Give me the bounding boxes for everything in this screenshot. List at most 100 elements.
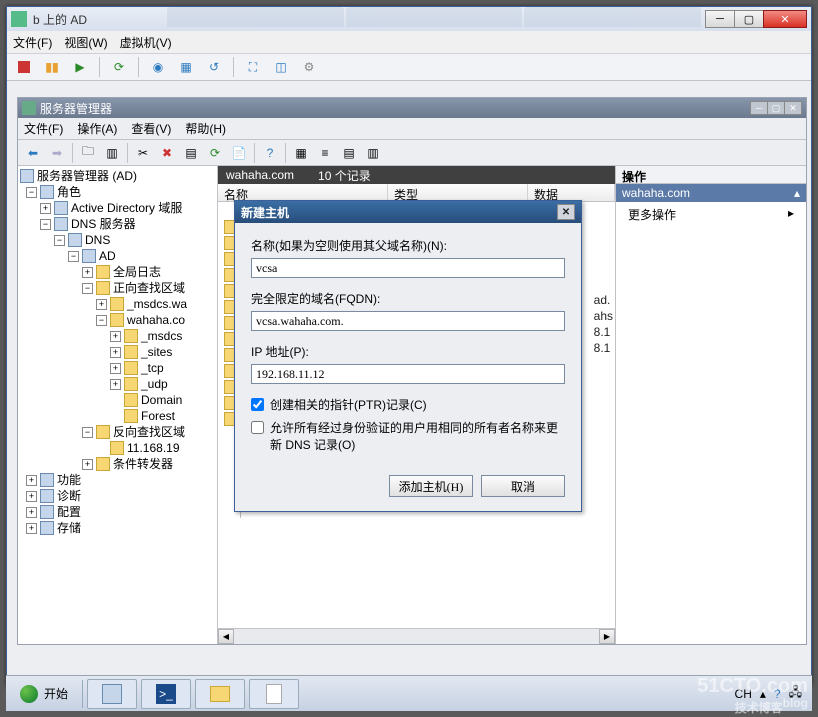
minimize-button[interactable]: ─ [705,10,735,28]
expand-toggle[interactable]: + [110,379,121,390]
create-ptr-checkbox[interactable] [251,398,264,411]
unity-button[interactable]: ◫ [270,56,292,78]
dns-server-icon [54,217,68,231]
expand-toggle[interactable]: + [26,507,37,518]
taskbar[interactable]: 开始 >_ CH ▴ ? 🖧 [6,675,812,711]
inner-minimize-button[interactable]: ─ [750,101,768,115]
nav-back-button[interactable]: ⬅ [22,142,44,164]
up-button[interactable]: 🗀 [77,142,99,164]
horizontal-scrollbar[interactable]: ◀ ▶ [218,628,615,644]
dialog-close-button[interactable]: ✕ [557,204,575,220]
new-host-dialog: 新建主机 ✕ 名称(如果为空则使用其父域名称)(N): 完全限定的域名(FQDN… [234,200,582,512]
start-orb-icon [20,685,38,703]
folder-icon [96,425,110,439]
zone-icon [110,313,124,327]
refresh-button[interactable]: ⟳ [108,56,130,78]
delete-button[interactable]: ✖ [156,142,178,164]
filter-button[interactable]: ▤ [338,142,360,164]
expand-toggle[interactable]: + [26,475,37,486]
pause-button[interactable]: ▮▮ [41,56,63,78]
expand-toggle[interactable]: + [26,523,37,534]
help-tray-icon[interactable]: ? [774,687,781,701]
play-button[interactable]: ▶ [69,56,91,78]
detail-view-button[interactable]: ≡ [314,142,336,164]
inner-title-text: 服务器管理器 [40,100,751,117]
ip-address-input[interactable] [251,364,565,384]
inner-menu-action[interactable]: 操作(A) [77,120,117,137]
expand-toggle[interactable]: + [110,331,121,342]
col-data[interactable]: 数据 [528,184,615,201]
inner-titlebar[interactable]: 服务器管理器 ─ ▢ ✕ [18,98,806,118]
show-hide-tree-button[interactable]: ▥ [101,142,123,164]
inner-maximize-button[interactable]: ▢ [767,101,785,115]
collapse-icon[interactable]: ▴ [794,186,800,200]
settings-button[interactable]: ⚙ [298,56,320,78]
expand-toggle[interactable]: − [68,251,79,262]
stop-button[interactable] [13,56,35,78]
help-button[interactable]: ? [259,142,281,164]
tray-icon[interactable]: ▴ [760,687,766,701]
expand-toggle[interactable]: − [82,283,93,294]
export-button[interactable]: 📄 [228,142,250,164]
expand-toggle[interactable]: − [96,315,107,326]
col-name[interactable]: 名称 [218,184,388,201]
inner-close-button[interactable]: ✕ [784,101,802,115]
host-name-input[interactable] [251,258,565,278]
expand-toggle[interactable]: + [26,491,37,502]
actions-zone-header[interactable]: wahaha.com ▴ [616,184,806,202]
ad-icon [54,201,68,215]
record-count: 10 个记录 [318,167,371,184]
more-actions-item[interactable]: 更多操作▸ [616,202,806,227]
menu-vm[interactable]: 虚拟机(V) [120,34,172,51]
menu-view[interactable]: 视图(W) [64,34,107,51]
task-explorer[interactable] [195,679,245,709]
refresh-inner-button[interactable]: ⟳ [204,142,226,164]
network-tray-icon[interactable]: 🖧 [789,683,802,704]
start-button[interactable]: 开始 [10,680,78,708]
peek-data: ad.ahs8.18.1 [594,292,613,356]
expand-toggle[interactable]: + [96,299,107,310]
task-notepad[interactable] [249,679,299,709]
system-tray[interactable]: CH ▴ ? 🖧 [735,683,808,704]
menu-file[interactable]: 文件(F) [13,34,52,51]
expand-toggle[interactable]: + [40,203,51,214]
properties-button[interactable]: ▤ [180,142,202,164]
scroll-right-button[interactable]: ▶ [599,629,615,644]
navigation-tree[interactable]: 服务器管理器 (AD) −角色 +Active Directory 域服 −DN… [18,166,218,644]
expand-toggle[interactable]: − [54,235,65,246]
inner-menu-help[interactable]: 帮助(H) [185,120,226,137]
expand-toggle[interactable]: − [40,219,51,230]
task-server-manager[interactable] [87,679,137,709]
col-type[interactable]: 类型 [388,184,528,201]
columns-button[interactable]: ▥ [362,142,384,164]
expand-toggle[interactable]: + [110,363,121,374]
dialog-titlebar[interactable]: 新建主机 ✕ [235,201,581,223]
cut-button[interactable]: ✂ [132,142,154,164]
expand-toggle[interactable]: − [82,427,93,438]
inner-menu-view[interactable]: 查看(V) [131,120,171,137]
allow-update-checkbox[interactable] [251,421,264,434]
inner-menu-file[interactable]: 文件(F) [24,120,63,137]
snapshot-button[interactable]: ◉ [147,56,169,78]
snapshot-manager-button[interactable]: ▦ [175,56,197,78]
expand-toggle[interactable]: + [82,267,93,278]
records-list[interactable]: ad.ahs8.18.1 新建主机 ✕ 名称(如果为空则使用其父域名称)(N): [218,202,615,628]
add-host-button[interactable]: 添加主机(H) [389,475,473,497]
folder-icon [124,329,138,343]
maximize-button[interactable]: ▢ [734,10,764,28]
zone-header: wahaha.com 10 个记录 [218,166,615,184]
dialog-title-text: 新建主机 [241,204,557,221]
expand-toggle[interactable]: + [110,347,121,358]
cancel-button[interactable]: 取消 [481,475,565,497]
language-indicator[interactable]: CH [735,687,752,701]
expand-toggle[interactable]: − [26,187,37,198]
scroll-left-button[interactable]: ◀ [218,629,234,644]
close-button[interactable]: ✕ [763,10,807,28]
create-ptr-label: 创建相关的指针(PTR)记录(C) [270,396,427,413]
task-powershell[interactable]: >_ [141,679,191,709]
revert-button[interactable]: ↺ [203,56,225,78]
expand-toggle[interactable]: + [82,459,93,470]
list-view-button[interactable]: ▦ [290,142,312,164]
fullscreen-button[interactable]: ⛶ [242,56,264,78]
nav-forward-button[interactable]: ➡ [46,142,68,164]
